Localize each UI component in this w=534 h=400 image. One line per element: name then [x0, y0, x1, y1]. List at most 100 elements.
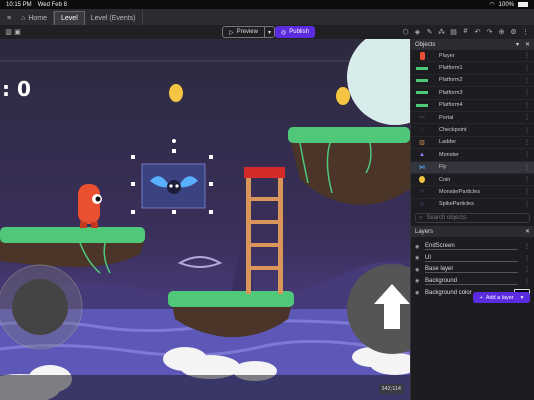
- cube-icon[interactable]: ⬡: [401, 27, 410, 36]
- layer-item[interactable]: ◉ Base layer ⋮: [411, 264, 534, 276]
- coin-shape: [169, 84, 183, 102]
- preview-label: Preview: [236, 29, 258, 35]
- add-layer-button[interactable]: + Add a layer ▾: [473, 292, 530, 303]
- tab-home[interactable]: ⌂ Home: [15, 11, 55, 25]
- more-icon[interactable]: ⋮: [524, 52, 530, 59]
- list-item[interactable]: ⁘ MonsterParticles ⋮: [411, 186, 534, 199]
- zoom-icon[interactable]: ⊕: [497, 27, 506, 36]
- platform-thumb-icon: [415, 64, 429, 73]
- more-icon[interactable]: ⋮: [524, 176, 530, 183]
- grid-settings-icon[interactable]: ⁂: [437, 27, 446, 36]
- publish-button[interactable]: ◎ Publish: [275, 26, 315, 38]
- search-objects-input[interactable]: ⌕ Search objects: [415, 213, 530, 223]
- layer-item[interactable]: ◉ EndScreen ⋮: [411, 241, 534, 253]
- portal-thumb-icon: ⋯: [419, 115, 425, 122]
- more-icon[interactable]: ⋮: [524, 164, 530, 171]
- save-icon[interactable]: ▣: [13, 28, 22, 37]
- layer-item[interactable]: ◉ Background ⋮: [411, 276, 534, 288]
- more-icon[interactable]: ⋮: [524, 102, 530, 109]
- battery-icon: [518, 2, 528, 7]
- more-icon[interactable]: ⋮: [524, 278, 530, 285]
- list-item[interactable]: Platform2 ⋮: [411, 75, 534, 88]
- joystick-control[interactable]: [0, 264, 83, 350]
- list-item[interactable]: ⁘ SpikeParticles ⋮: [411, 199, 534, 210]
- tab-level-label: Level: [61, 15, 78, 22]
- eye-icon[interactable]: ◉: [415, 244, 425, 250]
- plus-icon: +: [479, 294, 483, 301]
- eye-icon[interactable]: ◉: [415, 255, 425, 261]
- eye-icon[interactable]: ◉: [415, 278, 425, 284]
- more-icon[interactable]: ⋮: [524, 127, 530, 134]
- player-thumb-icon: [415, 51, 429, 60]
- scene-canvas[interactable]: [0, 39, 410, 400]
- more-icon[interactable]: ⋮: [524, 77, 530, 84]
- list-item[interactable]: ▲ Monster ⋮: [411, 149, 534, 162]
- instances-icon[interactable]: ▤: [449, 27, 458, 36]
- score-text[interactable]: : 0: [2, 77, 31, 101]
- list-item[interactable]: ⋯ Portal ⋮: [411, 112, 534, 125]
- more-icon[interactable]: ⋮: [524, 151, 530, 158]
- platform-thumb-icon: [415, 88, 429, 97]
- project-manager-icon[interactable]: ▥: [4, 28, 13, 37]
- settings-icon[interactable]: ⚙: [509, 27, 518, 36]
- grid-icon[interactable]: #: [461, 27, 470, 36]
- more-icon[interactable]: ⋮: [521, 27, 530, 36]
- objects-panel-header: Objects ▾ ✕: [411, 39, 534, 50]
- coin-shape: [336, 87, 350, 105]
- more-icon[interactable]: ⋮: [524, 188, 530, 195]
- more-icon[interactable]: ⋮: [524, 266, 530, 273]
- list-item[interactable]: ▥ Ladder ⋮: [411, 137, 534, 150]
- edit-icon[interactable]: ✎: [425, 27, 434, 36]
- add-layer-label: Add a layer: [485, 294, 514, 301]
- filter-icon[interactable]: ▾: [516, 41, 519, 48]
- list-item[interactable]: Player ⋮: [411, 50, 534, 63]
- more-icon[interactable]: ⋮: [524, 65, 530, 72]
- undo-icon[interactable]: ↶: [473, 27, 482, 36]
- tab-bar: ≡ ⌂ Home Level Level (Events): [0, 9, 534, 25]
- object-label: SpikeParticles: [439, 201, 474, 208]
- close-icon[interactable]: ✕: [525, 228, 530, 235]
- status-time: 10:15 PM: [6, 1, 32, 8]
- layers-panel-title: Layers: [415, 228, 434, 235]
- layers-list: ◉ EndScreen ⋮ ◉ UI ⋮ ◉ Base layer ⋮ ◉ Backgroun…: [411, 241, 534, 299]
- scene-editor[interactable]: : 0 342;114: [0, 39, 410, 400]
- play-icon: ▷: [229, 29, 234, 36]
- list-item[interactable]: ◌ Checkpoint ⋮: [411, 124, 534, 137]
- status-date: Wed Feb 8: [37, 1, 67, 8]
- search-icon: ⌕: [419, 214, 423, 221]
- layer-label: UI: [425, 255, 518, 262]
- menu-icon[interactable]: ≡: [3, 11, 15, 25]
- eye-icon[interactable]: ◉: [415, 267, 425, 273]
- chevron-down-icon[interactable]: ▾: [263, 27, 274, 37]
- object-label: Monster: [439, 151, 459, 158]
- list-item[interactable]: Platform4 ⋮: [411, 100, 534, 112]
- more-icon[interactable]: ⋮: [524, 201, 530, 208]
- particles-thumb-icon: ⁘: [419, 189, 425, 196]
- more-icon[interactable]: ⋮: [524, 89, 530, 96]
- publish-label: Publish: [289, 29, 309, 35]
- layer-item[interactable]: ◉ UI ⋮: [411, 253, 534, 265]
- close-icon[interactable]: ✕: [525, 41, 530, 48]
- object-label: Platform4: [439, 102, 463, 109]
- list-item[interactable]: Platform3 ⋮: [411, 87, 534, 100]
- redo-icon[interactable]: ↷: [485, 27, 494, 36]
- search-placeholder: Search objects: [426, 215, 467, 221]
- list-item[interactable]: Coin ⋮: [411, 174, 534, 187]
- tab-level-events[interactable]: Level (Events): [85, 11, 143, 25]
- more-icon[interactable]: ⋮: [524, 114, 530, 121]
- tab-level[interactable]: Level: [54, 11, 85, 25]
- chevron-down-icon[interactable]: ▾: [521, 295, 524, 301]
- object-label: MonsterParticles: [439, 188, 480, 195]
- list-item[interactable]: ⋈ Fly ⋮: [411, 161, 534, 174]
- tab-level-events-label: Level (Events): [90, 14, 136, 22]
- more-icon[interactable]: ⋮: [524, 255, 530, 262]
- more-icon[interactable]: ⋮: [524, 243, 530, 250]
- preview-button[interactable]: ▷ Preview ▾: [222, 26, 275, 38]
- layers-icon[interactable]: ◈: [413, 27, 422, 36]
- more-icon[interactable]: ⋮: [524, 139, 530, 146]
- object-label: Ladder: [439, 139, 457, 146]
- fly-sprite[interactable]: [141, 163, 206, 209]
- cursor-coordinates: 342;114: [378, 384, 404, 394]
- list-item[interactable]: Platform1 ⋮: [411, 62, 534, 75]
- layer-label: Background: [425, 278, 518, 285]
